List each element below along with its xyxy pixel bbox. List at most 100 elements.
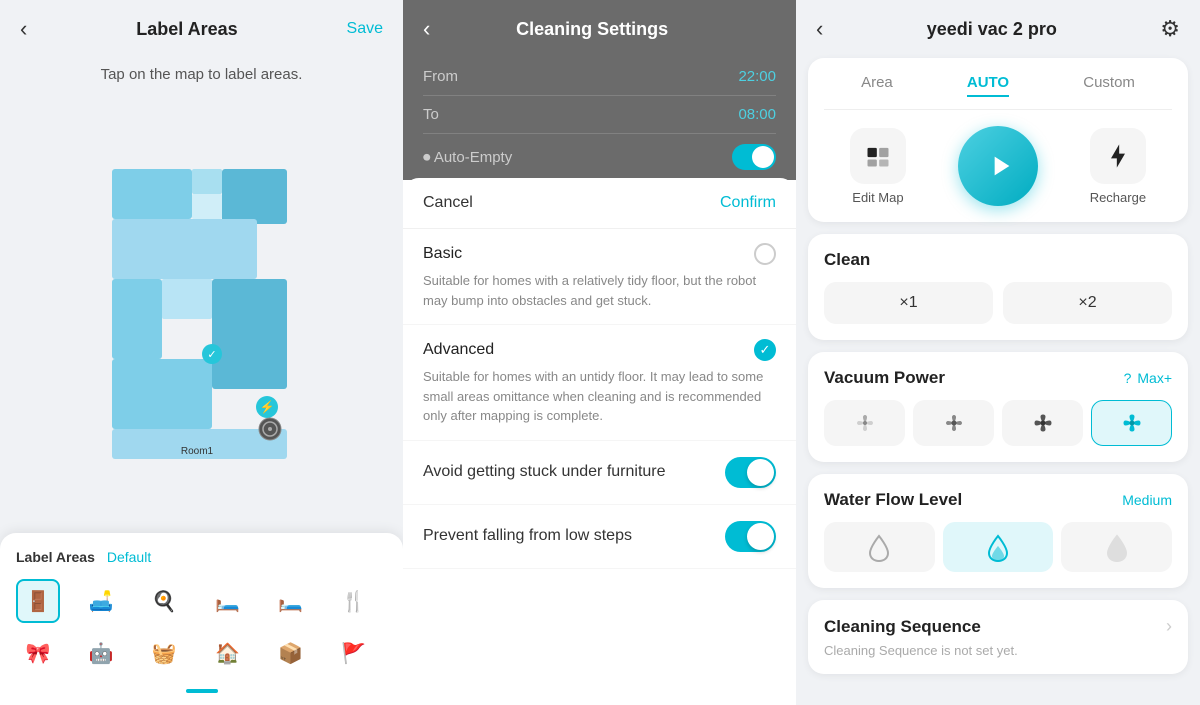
toggle-steps-row: Prevent falling from low steps <box>423 521 776 552</box>
tabs-row: Area AUTO Custom <box>824 74 1172 110</box>
to-label: To <box>423 106 439 123</box>
icon-grid-row2: 🎀 🤖 🧺 🏠 📦 🚩 <box>16 631 387 675</box>
seq-chevron-icon: › <box>1166 616 1172 637</box>
scroll-dot <box>186 689 218 693</box>
icon-robot[interactable]: 🤖 <box>79 631 123 675</box>
default-text[interactable]: Default <box>107 549 151 565</box>
panel3-title: yeedi vac 2 pro <box>927 19 1057 40</box>
map-container[interactable]: Room1 ✓ ⚡ <box>0 95 403 533</box>
panel3-header: ‹ yeedi vac 2 pro ⚙ <box>796 0 1200 58</box>
power-btn-1[interactable] <box>824 400 905 446</box>
to-value[interactable]: 08:00 <box>738 106 776 123</box>
fan-max-icon <box>1120 411 1144 435</box>
icon-washer[interactable]: 🧺 <box>142 631 186 675</box>
panel1-back-button[interactable]: ‹ <box>20 16 27 42</box>
power-btn-2[interactable] <box>913 400 994 446</box>
basic-header: Basic <box>423 243 776 265</box>
icon-home[interactable]: 🏠 <box>206 631 250 675</box>
icon-sofa[interactable]: 🛋️ <box>79 579 123 623</box>
advanced-check[interactable]: ✓ <box>754 339 776 361</box>
panel3-back-button[interactable]: ‹ <box>816 16 823 42</box>
cancel-button[interactable]: Cancel <box>423 194 473 212</box>
cleaning-seq-card[interactable]: Cleaning Sequence › Cleaning Sequence is… <box>808 600 1188 674</box>
panel1-header: ‹ Label Areas Save <box>0 0 403 58</box>
power-btn-4[interactable] <box>1091 400 1172 446</box>
to-row: To 08:00 <box>423 96 776 134</box>
icon-bowtie[interactable]: 🎀 <box>16 631 60 675</box>
svg-text:⚡: ⚡ <box>259 400 274 414</box>
clean-title: Clean <box>824 250 1172 270</box>
panel2-back-button[interactable]: ‹ <box>423 16 430 42</box>
water-title: Water Flow Level <box>824 490 962 510</box>
bottom-panel-header: Label Areas Default <box>16 549 387 565</box>
water-low-icon <box>866 532 892 562</box>
vacuum-header-row: Vacuum Power ? Max+ <box>824 368 1172 388</box>
auto-empty-row: ⏺ Auto-Empty <box>423 134 776 180</box>
gear-icon[interactable]: ⚙ <box>1160 16 1180 42</box>
modal-action-row: Cancel Confirm <box>403 178 796 229</box>
water-btn-3[interactable] <box>1061 522 1172 572</box>
water-btn-2[interactable] <box>943 522 1054 572</box>
svg-text:Room1: Room1 <box>180 446 213 457</box>
vacuum-help[interactable]: ? <box>1124 370 1132 386</box>
advanced-title: Advanced <box>423 341 494 359</box>
from-value[interactable]: 22:00 <box>738 68 776 85</box>
panel2-title: Cleaning Settings <box>442 19 742 40</box>
water-header-row: Water Flow Level Medium <box>824 490 1172 510</box>
panel1-title: Label Areas <box>136 19 237 40</box>
scroll-indicator <box>16 683 387 695</box>
toggle-steps-label: Prevent falling from low steps <box>423 527 725 545</box>
panel2-modal: Cancel Confirm Basic Suitable for homes … <box>403 178 796 705</box>
water-grid <box>824 522 1172 572</box>
panel1-save-button[interactable]: Save <box>347 20 383 38</box>
auto-empty-label: ⏺ Auto-Empty <box>423 149 512 166</box>
recharge-control[interactable]: Recharge <box>1090 128 1146 205</box>
vacuum-title: Vacuum Power <box>824 368 945 388</box>
water-btn-1[interactable] <box>824 522 935 572</box>
basic-option[interactable]: Basic Suitable for homes with a relative… <box>403 229 796 325</box>
tab-auto[interactable]: AUTO <box>967 74 1009 97</box>
icon-flag[interactable]: 🚩 <box>332 631 376 675</box>
tab-area[interactable]: Area <box>861 74 893 97</box>
edit-map-icon-wrap <box>850 128 906 184</box>
panel1-subtitle: Tap on the map to label areas. <box>0 58 403 95</box>
panel-label-areas: ‹ Label Areas Save Tap on the map to lab… <box>0 0 403 705</box>
play-icon <box>984 150 1016 182</box>
count2-button[interactable]: ×2 <box>1003 282 1172 324</box>
advanced-desc: Suitable for homes with an untidy floor.… <box>423 367 776 426</box>
recharge-icon <box>1104 142 1132 170</box>
advanced-header: Advanced ✓ <box>423 339 776 361</box>
toggle-steps[interactable] <box>725 521 776 552</box>
power-btn-3[interactable] <box>1002 400 1083 446</box>
basic-radio[interactable] <box>754 243 776 265</box>
water-high-icon <box>1104 532 1130 562</box>
icon-bed2[interactable]: 🛏️ <box>269 579 313 623</box>
toggle-furniture-section: Avoid getting stuck under furniture <box>403 441 796 505</box>
icon-bed[interactable]: 🛏️ <box>206 579 250 623</box>
fan-standard-icon <box>942 411 966 435</box>
vacuum-max-label[interactable]: Max+ <box>1137 370 1172 386</box>
from-row: From 22:00 <box>423 58 776 96</box>
toggle-steps-section: Prevent falling from low steps <box>403 505 796 569</box>
water-level-label: Medium <box>1122 492 1172 508</box>
recharge-icon-wrap <box>1090 128 1146 184</box>
icon-grid-row1: 🚪 🛋️ 🍳 🛏️ 🛏️ 🍴 <box>16 579 387 623</box>
fan-strong-icon <box>1031 411 1055 435</box>
advanced-option[interactable]: Advanced ✓ Suitable for homes with an un… <box>403 325 796 441</box>
icon-door[interactable]: 🚪 <box>16 579 60 623</box>
svg-text:✓: ✓ <box>207 349 216 361</box>
toggle-furniture[interactable] <box>725 457 776 488</box>
tab-custom[interactable]: Custom <box>1083 74 1135 97</box>
water-section: Water Flow Level Medium <box>808 474 1188 588</box>
play-button[interactable] <box>958 126 1038 206</box>
icon-kitchen[interactable]: 🍳 <box>142 579 186 623</box>
from-label: From <box>423 68 458 85</box>
seq-title: Cleaning Sequence <box>824 617 981 637</box>
clean-section: Clean ×1 ×2 <box>808 234 1188 340</box>
confirm-button[interactable]: Confirm <box>720 194 776 212</box>
icon-food[interactable]: 🍴 <box>332 579 376 623</box>
icon-box[interactable]: 📦 <box>269 631 313 675</box>
edit-map-control[interactable]: Edit Map <box>850 128 906 205</box>
main-controls: Edit Map Recharge <box>824 126 1172 206</box>
count1-button[interactable]: ×1 <box>824 282 993 324</box>
